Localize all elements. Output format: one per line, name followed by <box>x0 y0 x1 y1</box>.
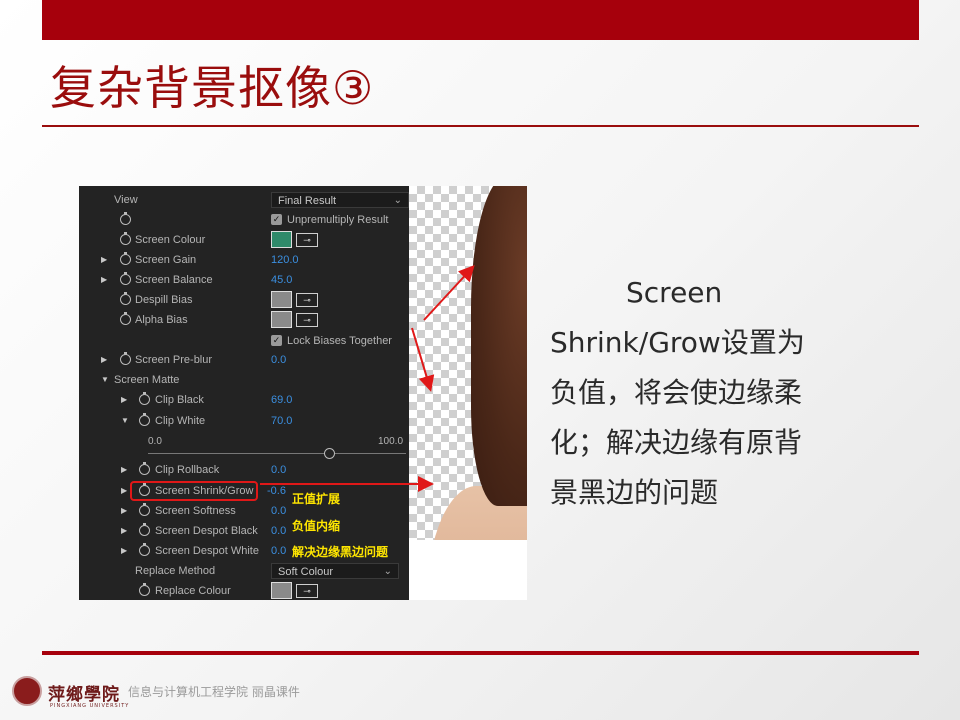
logo-text: 萍鄉學院 <box>48 685 120 705</box>
bottom-divider <box>42 651 919 655</box>
desc-line-4: 化；解决边缘有原背 <box>550 426 803 459</box>
description-text: Screen Shrink/Grow设置为 负值，将会使边缘柔 化；解决边缘有原… <box>550 268 850 518</box>
footer-text: 信息与计算机工程学院 丽晶课件 <box>128 685 300 699</box>
desc-line-1: Screen <box>626 276 723 309</box>
arrow-to-hair-top <box>423 265 475 321</box>
desc-line-3: 负值，将会使边缘柔 <box>550 376 803 409</box>
desc-line-2: Shrink/Grow设置为 <box>550 326 805 359</box>
university-seal-icon <box>12 676 42 706</box>
desc-line-5: 景黑边的问题 <box>550 476 719 509</box>
logo-subtitle: PINGXIANG UNIVERSITY <box>50 703 130 709</box>
arrow-to-shoulder <box>411 327 435 392</box>
